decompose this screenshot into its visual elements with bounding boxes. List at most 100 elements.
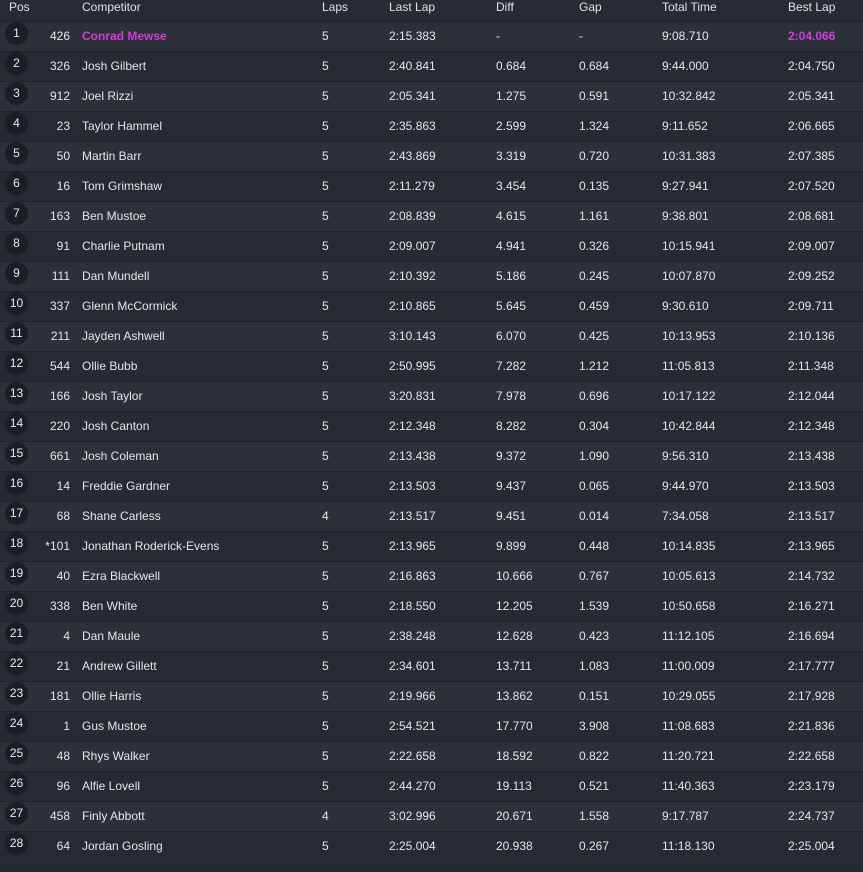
total-time-cell: 10:05.613 (662, 569, 716, 583)
table-row[interactable]: 4 23 Taylor Hammel 5 2:35.863 2.599 1.324 9:11.… (0, 111, 863, 141)
diff-cell: 3.319 (496, 149, 527, 163)
table-row[interactable]: 24 1 Gus Mustoe 5 2:54.521 17.770 3.908 11:08.6… (0, 711, 863, 741)
table-row[interactable]: 9 111 Dan Mundell 5 2:10.392 5.186 0.245 10:07.… (0, 261, 863, 291)
total-time-cell: 10:13.953 (662, 329, 716, 343)
laps-cell: 5 (322, 689, 329, 703)
best-lap-cell: 2:09.007 (788, 239, 835, 253)
table-row[interactable]: 11 211 Jayden Ashwell 5 3:10.143 6.070 0.425 10… (0, 321, 863, 351)
total-time-cell: 10:42.844 (662, 419, 716, 433)
competitor-number: 50 (56, 149, 70, 163)
table-row[interactable]: 10 337 Glenn McCormick 5 2:10.865 5.645 0.459 9… (0, 291, 863, 321)
position-badge: 25 (5, 742, 28, 765)
gap-cell: 1.212 (579, 359, 610, 373)
gap-cell: 0.822 (579, 749, 610, 763)
position-badge: 23 (5, 682, 28, 705)
competitor-name: Taylor Hammel (82, 119, 163, 133)
last-lap-cell: 2:05.341 (389, 89, 436, 103)
best-lap-cell: 2:13.965 (788, 539, 835, 553)
table-row[interactable]: 21 4 Dan Maule 5 2:38.248 12.628 0.423 11:12.10… (0, 621, 863, 651)
best-lap-cell: 2:25.004 (788, 839, 835, 853)
best-lap-cell: 2:23.179 (788, 779, 835, 793)
table-row[interactable]: 6 16 Tom Grimshaw 5 2:11.279 3.454 0.135 9:27.9… (0, 171, 863, 201)
last-lap-cell: 2:10.392 (389, 269, 436, 283)
competitor-name: Ben Mustoe (82, 209, 147, 223)
total-time-cell: 11:05.813 (662, 359, 715, 373)
total-time-cell: 10:32.842 (662, 89, 716, 103)
header-gap[interactable]: Gap (579, 0, 602, 15)
best-lap-cell: 2:08.681 (788, 209, 835, 223)
gap-cell: 0.014 (579, 509, 610, 523)
header-best-lap[interactable]: Best Lap (788, 0, 835, 15)
table-row[interactable]: 13 166 Josh Taylor 5 3:20.831 7.978 0.696 10:17… (0, 381, 863, 411)
position-badge: 8 (5, 232, 28, 255)
diff-cell: 20.938 (496, 839, 533, 853)
table-row[interactable]: 27 458 Finly Abbott 4 3:02.996 20.671 1.558 9:1… (0, 801, 863, 831)
competitor-number: 544 (49, 359, 70, 373)
competitor-name: Ezra Blackwell (82, 569, 161, 583)
laps-cell: 5 (322, 749, 329, 763)
table-row[interactable]: 28 64 Jordan Gosling 5 2:25.004 20.938 0.267 11… (0, 831, 863, 861)
laps-cell: 5 (322, 269, 329, 283)
diff-cell: 7.282 (496, 359, 527, 373)
gap-cell: 0.425 (579, 329, 610, 343)
position-badge: 20 (5, 592, 28, 615)
competitor-number: 48 (56, 749, 70, 763)
best-lap-cell: 2:24.737 (788, 809, 835, 823)
header-laps[interactable]: Laps (322, 0, 348, 15)
table-row[interactable]: 12 544 Ollie Bubb 5 2:50.995 7.282 1.212 11:05.… (0, 351, 863, 381)
laps-cell: 5 (322, 209, 329, 223)
competitor-number: 211 (50, 329, 70, 343)
competitor-name: Shane Carless (82, 509, 161, 523)
table-row[interactable]: 23 181 Ollie Harris 5 2:19.966 13.862 0.151 10:… (0, 681, 863, 711)
table-row[interactable]: 18 *101 Jonathan Roderick-Evens 5 2:13.965 9.… (0, 531, 863, 561)
position-badge: 5 (5, 142, 28, 165)
laps-cell: 5 (322, 719, 329, 733)
total-time-cell: 10:15.941 (662, 239, 716, 253)
gap-cell: 0.065 (579, 479, 610, 493)
table-row[interactable]: 8 91 Charlie Putnam 5 2:09.007 4.941 0.326 10:1… (0, 231, 863, 261)
table-row[interactable]: 17 68 Shane Carless 4 2:13.517 9.451 0.014 7:34… (0, 501, 863, 531)
table-row[interactable]: 20 338 Ben White 5 2:18.550 12.205 1.539 10:50.… (0, 591, 863, 621)
diff-cell: 0.684 (496, 59, 527, 73)
position-badge: 6 (5, 172, 28, 195)
table-row[interactable]: 15 661 Josh Coleman 5 2:13.438 9.372 1.090 9:56… (0, 441, 863, 471)
best-lap-cell: 2:13.438 (788, 449, 835, 463)
diff-cell: 18.592 (496, 749, 533, 763)
last-lap-cell: 2:09.007 (389, 239, 436, 253)
header-diff[interactable]: Diff (496, 0, 514, 15)
position-badge: 21 (5, 622, 28, 645)
gap-cell: 0.245 (579, 269, 610, 283)
competitor-number: 23 (56, 119, 70, 133)
laps-cell: 5 (322, 389, 329, 403)
header-total-time[interactable]: Total Time (662, 0, 717, 15)
best-lap-cell: 2:06.665 (788, 119, 835, 133)
diff-cell: 13.711 (496, 659, 532, 673)
table-row[interactable]: 14 220 Josh Canton 5 2:12.348 8.282 0.304 10:42… (0, 411, 863, 441)
table-row[interactable]: 26 96 Alfie Lovell 5 2:44.270 19.113 0.521 11:4… (0, 771, 863, 801)
table-row[interactable]: 22 21 Andrew Gillett 5 2:34.601 13.711 1.083 11… (0, 651, 863, 681)
competitor-number: 426 (49, 29, 70, 43)
table-row[interactable]: 3 912 Joel Rizzi 5 2:05.341 1.275 0.591 10:32.8… (0, 81, 863, 111)
header-pos[interactable]: Pos (9, 0, 30, 15)
total-time-cell: 10:14.835 (662, 539, 716, 553)
competitor-number: 64 (56, 839, 70, 853)
header-last-lap[interactable]: Last Lap (389, 0, 435, 15)
position-badge: 18 (5, 532, 28, 555)
header-competitor[interactable]: Competitor (82, 0, 141, 15)
table-row[interactable]: 5 50 Martin Barr 5 2:43.869 3.319 0.720 10:31.3… (0, 141, 863, 171)
diff-cell: 9.451 (496, 509, 527, 523)
last-lap-cell: 2:22.658 (389, 749, 436, 763)
competitor-name: Ollie Harris (82, 689, 142, 703)
table-row[interactable]: 2 326 Josh Gilbert 5 2:40.841 0.684 0.684 9:44.… (0, 51, 863, 81)
table-row[interactable]: 19 40 Ezra Blackwell 5 2:16.863 10.666 0.767 10… (0, 561, 863, 591)
total-time-cell: 11:18.130 (662, 839, 715, 853)
gap-cell: 1.090 (579, 449, 610, 463)
diff-cell: - (496, 29, 500, 43)
table-row[interactable]: 7 163 Ben Mustoe 5 2:08.839 4.615 1.161 9:38.80… (0, 201, 863, 231)
competitor-name: Glenn McCormick (82, 299, 178, 313)
diff-cell: 1.275 (496, 89, 527, 103)
laps-cell: 5 (322, 839, 329, 853)
table-row[interactable]: 16 14 Freddie Gardner 5 2:13.503 9.437 0.065 9:… (0, 471, 863, 501)
table-row[interactable]: 1 426 Conrad Mewse 5 2:15.383 - - 9:08.710 2:04.… (0, 21, 863, 51)
table-row[interactable]: 25 48 Rhys Walker 5 2:22.658 18.592 0.822 11:20… (0, 741, 863, 771)
